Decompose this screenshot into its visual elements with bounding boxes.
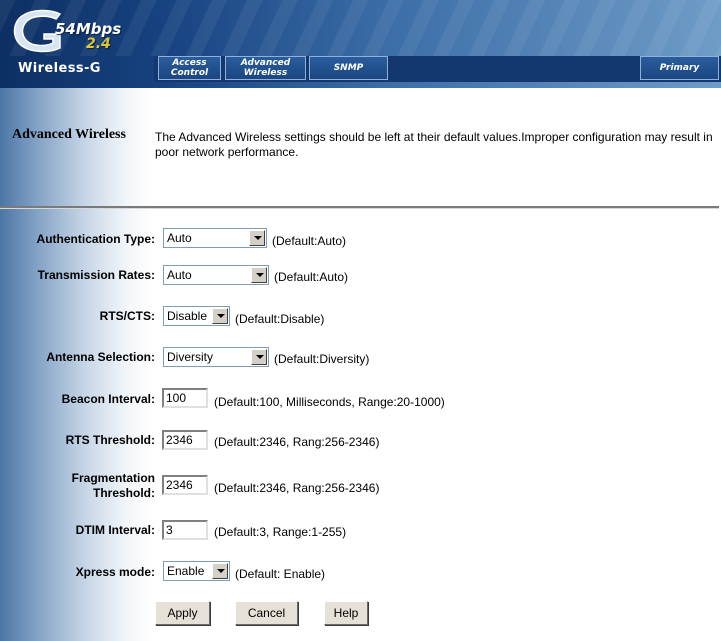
beacon-input[interactable]: [162, 388, 208, 408]
auth-type-label: Authentication Type:: [36, 232, 155, 246]
xpress-value: Enable: [167, 564, 205, 578]
divider: [0, 206, 719, 209]
rts-cts-value: Disable: [167, 309, 208, 323]
dtim-label: DTIM Interval:: [75, 523, 155, 537]
chevron-down-icon[interactable]: [212, 563, 228, 579]
beacon-label: Beacon Interval:: [61, 392, 155, 406]
tab-access-control[interactable]: Access Control: [158, 56, 221, 80]
tab-snmp[interactable]: SNMP: [309, 56, 388, 80]
frag-threshold-hint: (Default:2346, Rang:256-2346): [214, 481, 380, 495]
rts-threshold-input[interactable]: [162, 430, 208, 450]
beacon-hint: (Default:100, Milliseconds, Range:20-100…: [214, 395, 445, 409]
tx-rates-hint: (Default:Auto): [274, 270, 349, 284]
rts-threshold-label: RTS Threshold:: [65, 433, 155, 447]
antenna-value: Diversity: [167, 350, 214, 364]
tx-rates-value: Auto: [167, 268, 192, 282]
xpress-hint: (Default: Enable): [235, 567, 326, 581]
xpress-select[interactable]: Enable: [163, 561, 230, 581]
brand-band: 2.4: [86, 36, 111, 52]
auth-type-value: Auto: [167, 231, 192, 245]
cancel-button[interactable]: Cancel: [235, 601, 298, 625]
chevron-down-icon[interactable]: [251, 267, 267, 283]
frag-threshold-label-line1: Fragmentation: [71, 471, 155, 485]
chevron-down-icon[interactable]: [212, 308, 228, 324]
dtim-input[interactable]: [162, 520, 208, 540]
antenna-hint: (Default:Diversity): [274, 352, 370, 366]
auth-type-select[interactable]: Auto: [163, 228, 267, 248]
tx-rates-label: Transmission Rates:: [37, 268, 155, 282]
page-title: Advanced Wireless: [12, 127, 126, 142]
antenna-select[interactable]: Diversity: [163, 347, 269, 367]
frag-threshold-label: Fragmentation Threshold:: [72, 471, 155, 501]
help-button[interactable]: Help: [324, 601, 368, 625]
tab-advanced-wireless-line2: Wireless: [243, 68, 288, 78]
rts-cts-label: RTS/CTS:: [99, 309, 155, 323]
dtim-hint: (Default:3, Range:1-255): [214, 525, 347, 539]
antenna-label: Antenna Selection:: [46, 350, 155, 364]
brand-name: Wireless-G: [18, 61, 101, 76]
tab-primary-label: Primary: [659, 63, 700, 73]
frag-threshold-label-line2: Threshold:: [93, 486, 155, 500]
page-description: The Advanced Wireless settings should be…: [155, 130, 713, 159]
xpress-label: Xpress mode:: [75, 565, 155, 579]
chevron-down-icon[interactable]: [251, 349, 267, 365]
tab-advanced-wireless[interactable]: Advanced Wireless: [225, 56, 306, 80]
rts-cts-select[interactable]: Disable: [163, 306, 230, 326]
chevron-down-icon[interactable]: [249, 230, 265, 246]
tab-access-control-line2: Control: [170, 68, 209, 78]
rts-cts-hint: (Default:Disable): [235, 312, 325, 326]
auth-type-hint: (Default:Auto): [272, 234, 347, 248]
tab-advanced-wireless-line1: Advanced: [240, 58, 291, 68]
tab-snmp-label: SNMP: [333, 63, 364, 73]
tab-access-control-line1: Access: [172, 58, 207, 68]
frag-threshold-input[interactable]: [162, 475, 208, 495]
tx-rates-select[interactable]: Auto: [163, 265, 269, 285]
apply-button[interactable]: Apply: [155, 601, 210, 625]
tab-primary[interactable]: Primary: [640, 56, 719, 80]
rts-threshold-hint: (Default:2346, Rang:256-2346): [214, 435, 380, 449]
